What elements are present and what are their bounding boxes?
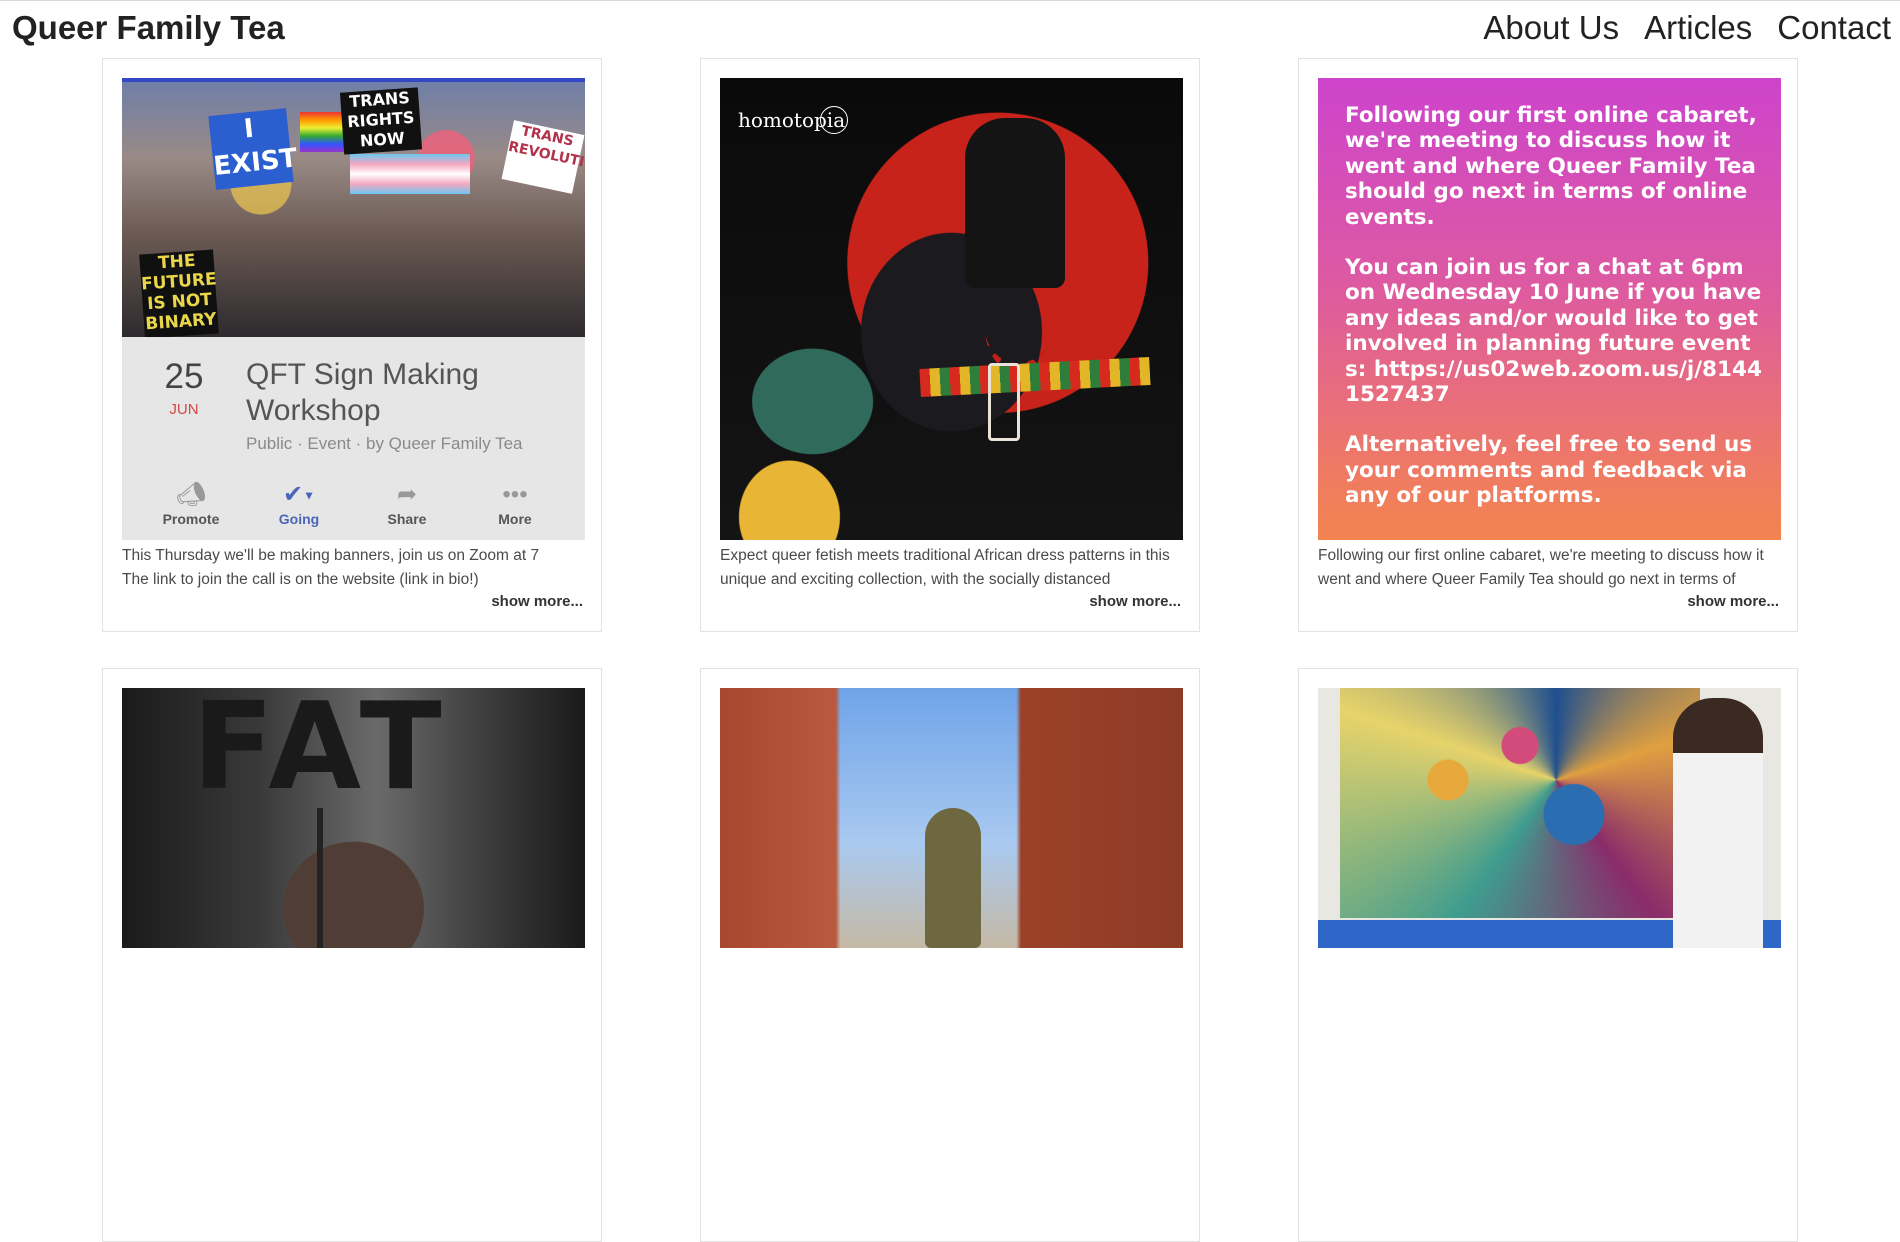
post-image-street[interactable] xyxy=(720,688,1183,1150)
announcement-text: Following our first online cabaret, we'r… xyxy=(1345,103,1765,534)
announcement-paragraph: Alternatively, feel free to send us your… xyxy=(1345,432,1753,509)
announcement-paragraph: Following our first online cabaret, we'r… xyxy=(1345,103,1757,230)
post-card-2[interactable]: homotopia Expect queer fetish meets trad… xyxy=(700,58,1200,632)
promote-action[interactable]: 📣︎ Promote xyxy=(137,481,245,527)
artist-figure xyxy=(1673,698,1763,948)
bead-necklace xyxy=(985,283,1051,373)
excerpt-line: unique and exciting collection, with the… xyxy=(720,571,1111,588)
post-excerpt: Following our first online cabaret, we'r… xyxy=(1318,544,1781,592)
excerpt-line: Expect queer fetish meets traditional Af… xyxy=(720,547,1170,564)
person-figure xyxy=(925,808,981,948)
show-more-link[interactable]: show more... xyxy=(1687,593,1779,610)
protest-sign: TRANS REVOLUTION xyxy=(501,120,585,194)
event-meta: Public · Event · by Queer Family Tea xyxy=(246,434,523,453)
performer-photo: FAT xyxy=(122,688,585,948)
mannequin-bodice xyxy=(965,118,1065,288)
event-title: QFT Sign Making Workshop xyxy=(246,358,479,427)
homotopia-logo-ring xyxy=(820,106,848,134)
excerpt-line: Following our first online cabaret, we'r… xyxy=(1318,547,1764,564)
checkmark-dropdown-icon: ✔▼ xyxy=(283,481,315,508)
announcement-paragraph: You can join us for a chat at 6pm on Wed… xyxy=(1345,255,1762,408)
post-card-3[interactable]: Following our first online cabaret, we'r… xyxy=(1298,58,1798,632)
protest-sign: I EXIST xyxy=(208,108,299,190)
more-label: More xyxy=(498,511,532,527)
stage-backdrop-text: FAT xyxy=(192,688,450,817)
event-actions: 📣︎ Promote ✔▼ Going ➦ Share ••• More xyxy=(122,481,585,537)
african-dress-photo: homotopia xyxy=(720,78,1183,540)
share-arrow-icon: ➦ xyxy=(396,481,418,508)
nav-links: About Us Articles Contact xyxy=(1483,9,1891,47)
belt-buckle xyxy=(988,363,1020,441)
street-photo xyxy=(720,688,1183,948)
post-card-6[interactable] xyxy=(1298,668,1798,1242)
going-action[interactable]: ✔▼ Going xyxy=(245,481,353,527)
promote-label: Promote xyxy=(162,511,220,527)
post-image-homotopia[interactable]: homotopia xyxy=(720,78,1183,540)
post-image-performer[interactable]: FAT xyxy=(122,688,585,1150)
event-day: 25 xyxy=(164,357,204,396)
excerpt-line: went and where Queer Family Tea should g… xyxy=(1318,571,1736,588)
post-card-4[interactable]: FAT xyxy=(102,668,602,1242)
ellipsis-icon: ••• xyxy=(502,481,528,508)
nav-about-us[interactable]: About Us xyxy=(1483,9,1619,47)
nav-articles[interactable]: Articles xyxy=(1644,9,1752,47)
nav-contact[interactable]: Contact xyxy=(1777,9,1891,47)
more-action[interactable]: ••• More xyxy=(461,481,569,527)
post-card-5[interactable] xyxy=(700,668,1200,1242)
going-label: Going xyxy=(278,511,320,527)
post-excerpt: Expect queer fetish meets traditional Af… xyxy=(720,544,1183,592)
share-action[interactable]: ➦ Share xyxy=(353,481,461,527)
post-image-announcement[interactable]: Following our first online cabaret, we'r… xyxy=(1318,78,1781,540)
show-more-link[interactable]: show more... xyxy=(1089,593,1181,610)
protest-photo: I EXIST TRANS RIGHTS NOW TRANS REVOLUTIO… xyxy=(122,78,585,339)
share-label: Share xyxy=(387,511,427,527)
microphone-stand xyxy=(317,808,323,948)
trans-flag xyxy=(350,154,470,194)
navbar: Queer Family Tea About Us Articles Conta… xyxy=(0,1,1900,57)
protest-sign: THE FUTURE IS NOT BINARY xyxy=(139,249,219,339)
post-card-1[interactable]: I EXIST TRANS RIGHTS NOW TRANS REVOLUTIO… xyxy=(102,58,602,632)
abstract-painting xyxy=(1340,688,1700,918)
post-image-event[interactable]: I EXIST TRANS RIGHTS NOW TRANS REVOLUTIO… xyxy=(122,78,585,540)
post-image-artist[interactable] xyxy=(1318,688,1781,1150)
post-excerpt: This Thursday we'll be making banners, j… xyxy=(122,544,585,592)
patterned-belt xyxy=(919,357,1151,397)
event-info-panel: 25 JUN QFT Sign Making Workshop Public ·… xyxy=(122,337,585,540)
announcement-graphic: Following our first online cabaret, we'r… xyxy=(1318,78,1781,540)
artist-photo xyxy=(1318,688,1781,948)
excerpt-line: The link to join the call is on the webs… xyxy=(122,571,479,588)
show-more-link[interactable]: show more... xyxy=(491,593,583,610)
protest-sign: TRANS RIGHTS NOW xyxy=(339,87,423,155)
megaphone-icon: 📣︎ xyxy=(175,481,207,508)
excerpt-line: This Thursday we'll be making banners, j… xyxy=(122,547,540,564)
event-month: JUN xyxy=(169,401,199,418)
brand-logo-link[interactable]: Queer Family Tea xyxy=(12,9,285,47)
